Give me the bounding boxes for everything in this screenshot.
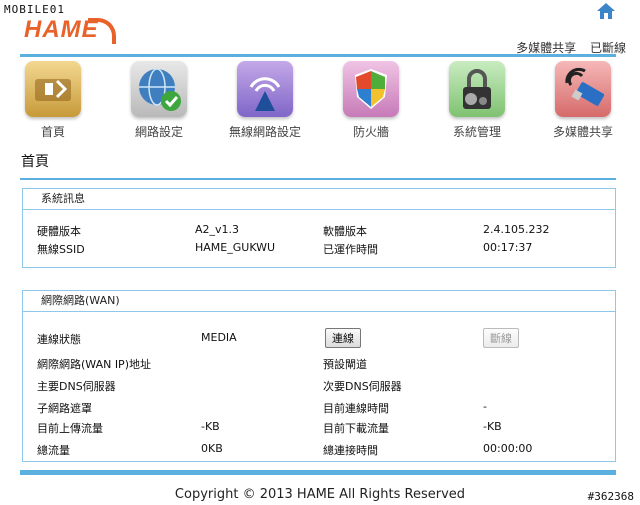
nav-label-system: 系統管理 <box>452 125 501 139</box>
nav-item-media[interactable]: 多媒體共享 <box>530 58 636 140</box>
image-tag: #362368 <box>587 490 634 503</box>
hw-version-label: 硬體版本 <box>37 225 81 238</box>
nav-item-home[interactable]: 首頁 <box>0 58 106 140</box>
total-time-label: 總連接時間 <box>323 444 378 457</box>
network-globe-icon <box>131 61 187 117</box>
total-traffic-label: 總流量 <box>37 444 70 457</box>
system-lock-icon <box>449 61 505 117</box>
sw-version-label: 軟體版本 <box>323 225 367 238</box>
copyright: Copyright © 2013 HAME All Rights Reserve… <box>174 487 466 502</box>
connect-button[interactable]: 連線 <box>325 328 361 348</box>
connection-status-link[interactable]: 已斷線 <box>590 41 626 55</box>
title-divider <box>20 178 616 180</box>
upload-label: 目前上傳流量 <box>37 422 103 435</box>
firewall-shield-icon <box>343 61 399 117</box>
usb-media-icon <box>555 61 611 117</box>
disconnect-button[interactable]: 斷線 <box>483 328 519 348</box>
ssid-label: 無線SSID <box>37 243 85 256</box>
home-speaker-icon <box>25 61 81 117</box>
hw-version-value: A2_v1.3 <box>195 223 240 236</box>
system-info-panel: 系統訊息 硬體版本 A2_v1.3 軟體版本 2.4.105.232 無線SSI… <box>22 188 616 268</box>
wan-ip-label: 網際網路(WAN IP)地址 <box>37 358 151 371</box>
wan-status-label: 連線狀態 <box>37 333 81 346</box>
conn-time-label: 目前連線時間 <box>323 402 389 415</box>
nav-label-media: 多媒體共享 <box>552 125 613 139</box>
download-value: -KB <box>483 420 502 433</box>
nav-item-system[interactable]: 系統管理 <box>424 58 530 140</box>
dns1-label: 主要DNS伺服器 <box>37 380 116 393</box>
sw-version-value: 2.4.105.232 <box>483 223 550 236</box>
nav-label-firewall: 防火牆 <box>352 125 389 139</box>
conn-time-value: - <box>483 400 487 413</box>
nav-label-home: 首頁 <box>40 125 65 139</box>
wireless-icon <box>237 61 293 117</box>
nav-label-network: 網路設定 <box>134 125 183 139</box>
ssid-value: HAME_GUKWU <box>195 241 276 254</box>
nav-item-wireless[interactable]: 無線網路設定 <box>212 58 318 140</box>
download-label: 目前下載流量 <box>323 422 389 435</box>
logo-swoosh <box>88 18 116 44</box>
upload-value: -KB <box>201 420 220 433</box>
gateway-label: 預設閘道 <box>323 358 367 371</box>
uptime-value: 00:17:37 <box>483 241 533 254</box>
nav-label-wireless: 無線網路設定 <box>228 125 301 139</box>
page-title: 首頁 <box>21 154 49 170</box>
media-share-link[interactable]: 多媒體共享 <box>516 41 576 55</box>
nav-item-firewall[interactable]: 防火牆 <box>318 58 424 140</box>
footer-divider <box>20 470 616 475</box>
wan-status-value: MEDIA <box>201 331 237 344</box>
system-info-title: 系統訊息 <box>23 189 615 210</box>
subnet-label: 子網路遮罩 <box>37 402 92 415</box>
main-nav: 首頁 網路設定 無線網路設定 防火牆 系統管理 多媒體共享 <box>0 58 640 142</box>
home-icon[interactable] <box>596 2 616 20</box>
wan-title: 網際網路(WAN) <box>23 291 615 312</box>
mobile01-watermark: MOBILE01 <box>4 3 65 16</box>
nav-item-network[interactable]: 網路設定 <box>106 58 212 140</box>
wan-panel: 網際網路(WAN) 連線狀態 MEDIA 連線 斷線 網際網路(WAN IP)地… <box>22 290 616 462</box>
total-time-value: 00:00:00 <box>483 442 533 455</box>
header-divider <box>20 54 616 57</box>
dns2-label: 次要DNS伺服器 <box>323 380 402 393</box>
uptime-label: 已運作時間 <box>323 243 378 256</box>
total-traffic-value: 0KB <box>201 442 223 455</box>
